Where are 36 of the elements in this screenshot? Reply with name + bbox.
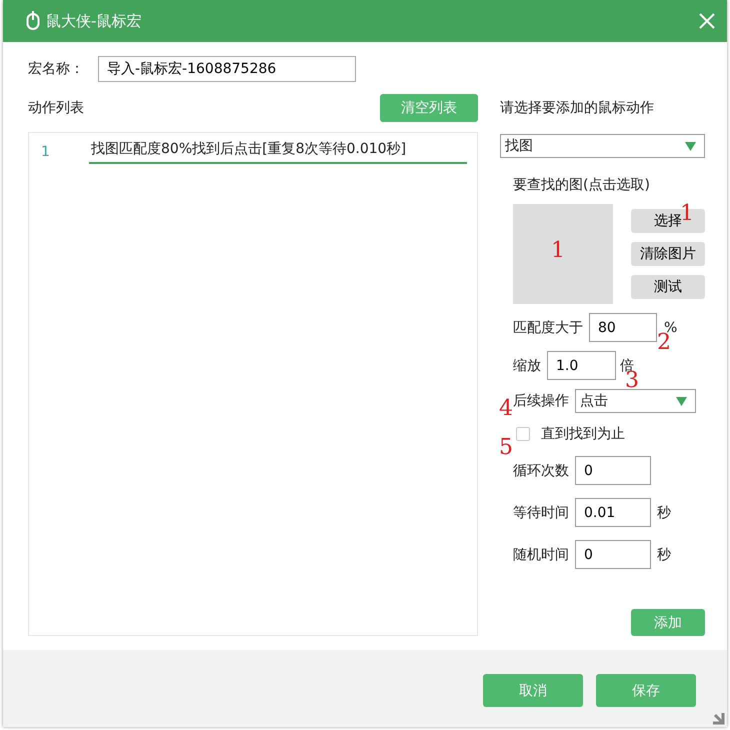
scale-field[interactable]: 1.0 — [547, 351, 616, 380]
seconds-unit: 秒 — [657, 546, 671, 564]
line-number: 1 — [41, 144, 51, 160]
field-label: 等待时间 — [513, 504, 569, 522]
annotation-number: 4 — [499, 398, 513, 420]
annotation-number: 2 — [657, 332, 671, 354]
follow-up-dropdown[interactable]: 点击 — [575, 389, 696, 413]
until-found-label: 直到找到为止 — [541, 425, 625, 443]
number-field[interactable]: 0.01 — [575, 498, 651, 527]
panel-title: 请选择要添加的鼠标动作 — [500, 99, 655, 118]
scale-label: 缩放 — [513, 356, 541, 374]
image-label: 要查找的图(点击选取) — [513, 176, 651, 194]
resize-grip-icon[interactable] — [711, 711, 725, 725]
number-field[interactable]: 0 — [575, 456, 651, 485]
match-field[interactable]: 80 — [589, 313, 657, 342]
checkbox[interactable] — [516, 427, 530, 441]
image-action-button[interactable]: 测试 — [631, 275, 705, 299]
macro-name-field[interactable]: 导入-鼠标宏-1608875286 — [98, 56, 356, 82]
field-label: 循环次数 — [513, 462, 569, 480]
match-label: 匹配度大于 — [513, 318, 583, 336]
follow-up-label: 后续操作 — [513, 392, 569, 410]
macro-name-label: 宏名称： — [28, 60, 84, 78]
field-label: 随机时间 — [513, 546, 569, 564]
close-icon[interactable] — [699, 13, 715, 29]
number-field[interactable]: 0 — [575, 540, 651, 569]
image-action-button[interactable]: 清除图片 — [631, 242, 705, 266]
window-title: 鼠大侠-鼠标宏 — [46, 12, 142, 30]
action-type-dropdown[interactable]: 找图 — [500, 134, 705, 158]
action-item[interactable]: 找图匹配度80%找到后点击[重复8次等待0.010秒] — [89, 140, 467, 164]
mouse-icon — [26, 11, 40, 31]
annotation-number: 1 — [551, 240, 565, 262]
annotation-number: 5 — [499, 437, 513, 459]
seconds-unit: 秒 — [657, 504, 671, 522]
action-list-title: 动作列表 — [28, 99, 84, 117]
caret-icon — [676, 396, 687, 406]
caret-icon — [685, 142, 696, 150]
